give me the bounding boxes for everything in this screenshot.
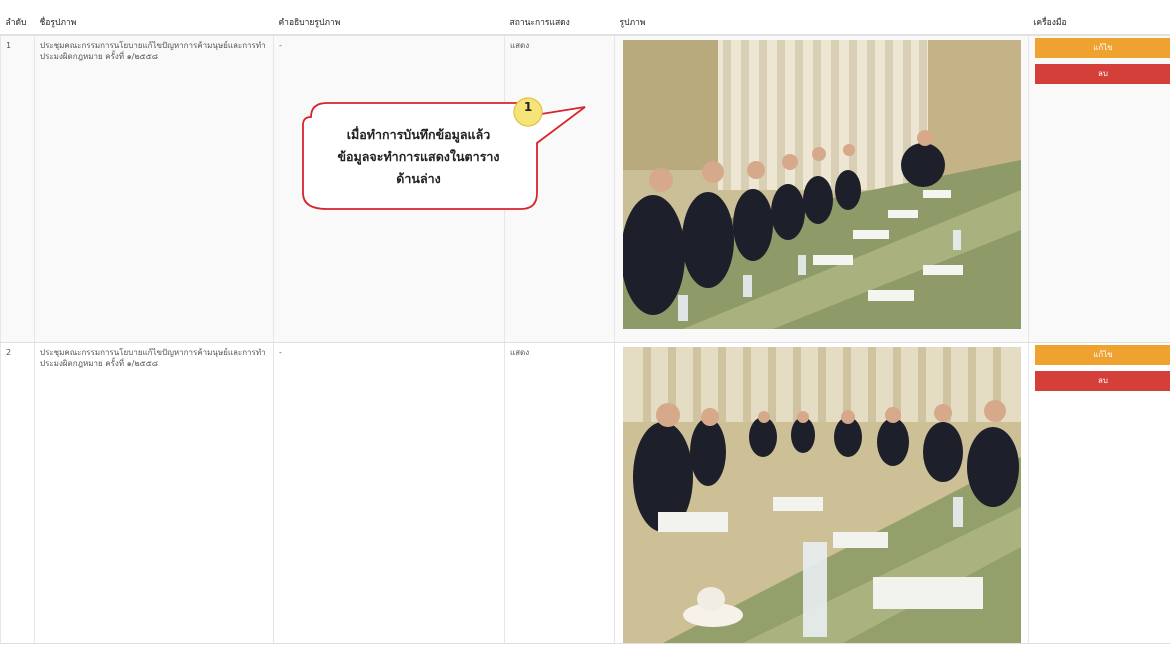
meeting-photo[interactable]: [623, 40, 1021, 329]
image-name: ประชุมคณะกรรมการนโยบายแก้ไขปัญหาการค้ามน…: [34, 35, 274, 343]
image-description: -: [273, 342, 505, 644]
col-header-status[interactable]: สถานะการแสดง: [504, 9, 615, 36]
col-header-desc[interactable]: คำอธิบายรูปภาพ: [273, 9, 505, 36]
tools-cell: แก้ไข ลบ: [1028, 35, 1170, 343]
step-number: 1: [523, 100, 533, 114]
row-number: 2: [0, 342, 35, 644]
col-header-no[interactable]: ลำดับ: [0, 9, 35, 36]
meeting-photo[interactable]: [623, 347, 1021, 643]
col-header-image[interactable]: รูปภาพ: [614, 9, 1029, 36]
delete-button[interactable]: ลบ: [1035, 64, 1170, 84]
col-header-tools: เครื่องมือ: [1028, 9, 1170, 36]
row-number: 1: [0, 35, 35, 343]
edit-button[interactable]: แก้ไข: [1035, 345, 1170, 365]
image-cell: [614, 35, 1029, 343]
display-status: แสดง: [504, 342, 615, 644]
tools-cell: แก้ไข ลบ: [1028, 342, 1170, 644]
table-header: ลำดับ ชื่อรูปภาพ คำอธิบายรูปภาพ สถานะการ…: [0, 9, 1170, 36]
annotation-text: เมื่อทำการบันทึกข้อมูลแล้ว ข้อมูลจะทำการ…: [337, 127, 500, 186]
col-header-name[interactable]: ชื่อรูปภาพ: [34, 9, 274, 36]
table-row: 2 ประชุมคณะกรรมการนโยบายแก้ไขปัญหาการค้า…: [0, 342, 1170, 644]
edit-button[interactable]: แก้ไข: [1035, 38, 1170, 58]
delete-button[interactable]: ลบ: [1035, 371, 1170, 391]
image-name: ประชุมคณะกรรมการนโยบายแก้ไขปัญหาการค้ามน…: [34, 342, 274, 644]
image-cell: [614, 342, 1029, 644]
